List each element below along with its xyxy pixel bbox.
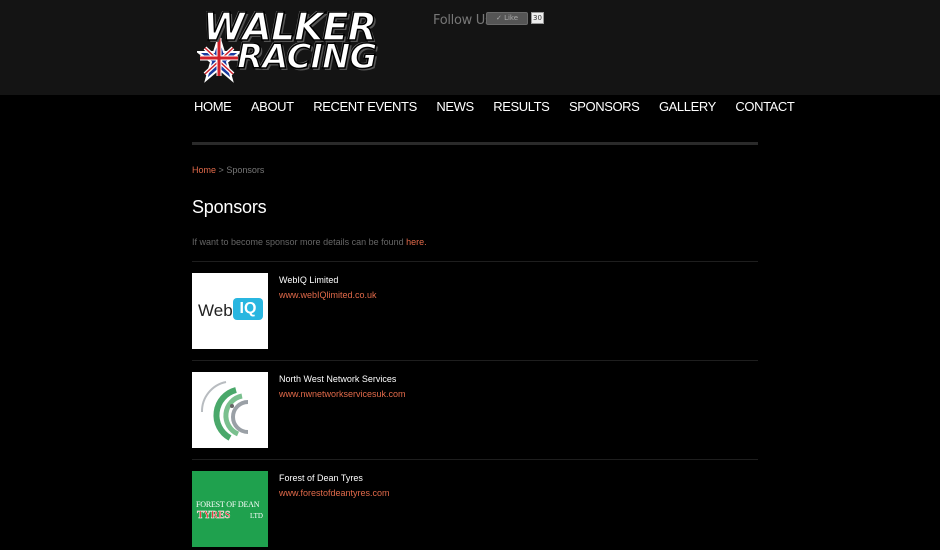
sponsor-item: FOREST OF DEAN TYRES LTD Forest of Dean … [192,459,758,550]
nav-contact[interactable]: CONTACT [735,100,794,114]
sponsor-name: WebIQ Limited [279,275,339,285]
fod-logo-text-top: FOREST OF DEAN [196,500,260,509]
page-title: Sponsors [192,197,267,217]
site-logo[interactable]: WALKER RACING [197,6,378,83]
breadcrumb-home-link[interactable]: Home [192,165,216,175]
nav-recent-events[interactable]: RECENT EVENTS [313,100,417,114]
nwns-logo[interactable] [192,372,268,448]
fod-logo-text-tyres: TYRES [197,510,231,521]
facebook-like-button[interactable]: ✓ Like [486,12,528,25]
sponsor-name: Forest of Dean Tyres [279,473,363,483]
sponsor-item: North West Network Services www.nwnetwor… [192,360,758,459]
sponsor-name: North West Network Services [279,374,397,384]
breadcrumb-separator: > [218,165,224,175]
nav-about[interactable]: ABOUT [251,100,294,114]
webiq-logo-text: Web [198,301,233,320]
forest-of-dean-tyres-logo[interactable]: FOREST OF DEAN TYRES LTD [192,471,268,547]
logo-text-racing: RACING [236,37,378,77]
nav-sponsors[interactable]: SPONSORS [569,100,640,114]
sponsor-intro: If want to become sponsor more details c… [192,237,427,247]
nav-gallery[interactable]: GALLERY [659,100,716,114]
fod-logo-text-ltd: LTD [250,512,263,520]
site-header: WALKER RACING Follow Us: ✓ Like 30 [0,0,940,95]
signal-arcs-icon [200,381,249,441]
nav-divider [192,142,758,145]
webiq-logo-badge: IQ [233,298,263,320]
breadcrumb: Home > Sponsors [192,165,264,175]
thumbs-up-icon: ✓ [495,14,505,22]
nav-news[interactable]: NEWS [436,100,474,114]
like-count: 30 [531,12,544,24]
like-label: Like [504,14,519,22]
intro-text: If want to become sponsor more details c… [192,237,404,247]
sponsor-url-link[interactable]: www.forestofdeantyres.com [279,488,390,498]
sponsor-url-link[interactable]: www.webIQlimited.co.uk [279,290,377,300]
main-nav: HOME ABOUT RECENT EVENTS NEWS RESULTS SP… [194,100,814,114]
webiq-logo[interactable]: Web IQ [192,273,268,349]
nav-results[interactable]: RESULTS [493,100,550,114]
breadcrumb-current: Sponsors [226,165,265,175]
nav-home[interactable]: HOME [194,100,232,114]
become-sponsor-link[interactable]: here. [406,237,427,247]
sponsor-item: Web IQ WebIQ Limited www.webIQlimited.co… [192,261,758,360]
sponsor-url-link[interactable]: www.nwnetworkservicesuk.com [279,389,406,399]
